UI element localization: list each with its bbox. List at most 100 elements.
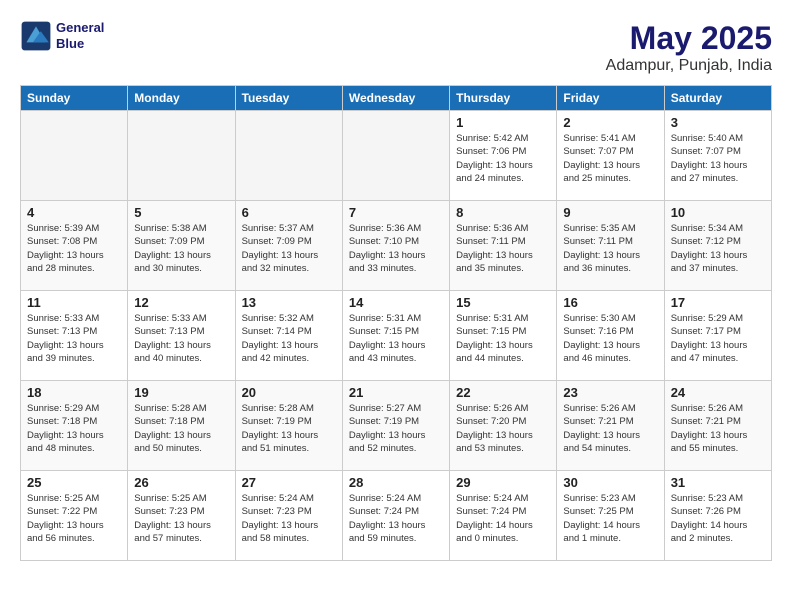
weekday-saturday: Saturday [664, 86, 771, 111]
day-number: 7 [349, 205, 443, 220]
day-number: 5 [134, 205, 228, 220]
calendar-cell: 18 Sunrise: 5:29 AM Sunset: 7:18 PM Dayli… [21, 381, 128, 471]
day-info: Sunrise: 5:41 AM Sunset: 7:07 PM Dayligh… [563, 132, 657, 185]
calendar-cell: 26 Sunrise: 5:25 AM Sunset: 7:23 PM Dayli… [128, 471, 235, 561]
day-number: 17 [671, 295, 765, 310]
day-number: 24 [671, 385, 765, 400]
calendar-cell: 3 Sunrise: 5:40 AM Sunset: 7:07 PM Daylig… [664, 111, 771, 201]
calendar-cell: 22 Sunrise: 5:26 AM Sunset: 7:20 PM Dayli… [450, 381, 557, 471]
day-number: 31 [671, 475, 765, 490]
day-info: Sunrise: 5:32 AM Sunset: 7:14 PM Dayligh… [242, 312, 336, 365]
day-number: 8 [456, 205, 550, 220]
day-info: Sunrise: 5:37 AM Sunset: 7:09 PM Dayligh… [242, 222, 336, 275]
day-number: 4 [27, 205, 121, 220]
day-info: Sunrise: 5:38 AM Sunset: 7:09 PM Dayligh… [134, 222, 228, 275]
calendar-cell: 27Sunrise: 5:24 AM Sunset: 7:23 PM Dayli… [235, 471, 342, 561]
day-info: Sunrise: 5:23 AM Sunset: 7:26 PM Dayligh… [671, 492, 765, 545]
calendar-title: May 2025 [606, 20, 772, 57]
calendar-table: SundayMondayTuesdayWednesdayThursdayFrid… [20, 85, 772, 561]
calendar-cell: 4 Sunrise: 5:39 AM Sunset: 7:08 PM Daylig… [21, 201, 128, 291]
weekday-thursday: Thursday [450, 86, 557, 111]
day-number: 22 [456, 385, 550, 400]
calendar-cell: 21 Sunrise: 5:27 AM Sunset: 7:19 PM Dayli… [342, 381, 449, 471]
logo-icon [20, 20, 52, 52]
calendar-cell: 11Sunrise: 5:33 AM Sunset: 7:13 PM Dayli… [21, 291, 128, 381]
day-info: Sunrise: 5:35 AM Sunset: 7:11 PM Dayligh… [563, 222, 657, 275]
weekday-sunday: Sunday [21, 86, 128, 111]
day-number: 29 [456, 475, 550, 490]
day-info: Sunrise: 5:25 AM Sunset: 7:22 PM Dayligh… [27, 492, 121, 545]
week-row-4: 18 Sunrise: 5:29 AM Sunset: 7:18 PM Dayli… [21, 381, 772, 471]
week-row-5: 25 Sunrise: 5:25 AM Sunset: 7:22 PM Dayli… [21, 471, 772, 561]
day-number: 21 [349, 385, 443, 400]
day-info: Sunrise: 5:26 AM Sunset: 7:20 PM Dayligh… [456, 402, 550, 455]
calendar-cell: 13Sunrise: 5:32 AM Sunset: 7:14 PM Dayli… [235, 291, 342, 381]
weekday-monday: Monday [128, 86, 235, 111]
day-info: Sunrise: 5:29 AM Sunset: 7:18 PM Dayligh… [27, 402, 121, 455]
day-number: 6 [242, 205, 336, 220]
day-number: 19 [134, 385, 228, 400]
calendar-cell: 14Sunrise: 5:31 AM Sunset: 7:15 PM Dayli… [342, 291, 449, 381]
day-number: 23 [563, 385, 657, 400]
calendar-cell [21, 111, 128, 201]
day-number: 15 [456, 295, 550, 310]
week-row-1: 1Sunrise: 5:42 AM Sunset: 7:06 PM Daylig… [21, 111, 772, 201]
calendar-cell: 20 Sunrise: 5:28 AM Sunset: 7:19 PM Dayli… [235, 381, 342, 471]
calendar-cell: 7 Sunrise: 5:36 AM Sunset: 7:10 PM Daylig… [342, 201, 449, 291]
day-number: 3 [671, 115, 765, 130]
calendar-cell: 2 Sunrise: 5:41 AM Sunset: 7:07 PM Daylig… [557, 111, 664, 201]
day-info: Sunrise: 5:36 AM Sunset: 7:10 PM Dayligh… [349, 222, 443, 275]
day-info: Sunrise: 5:40 AM Sunset: 7:07 PM Dayligh… [671, 132, 765, 185]
day-info: Sunrise: 5:24 AM Sunset: 7:24 PM Dayligh… [456, 492, 550, 545]
day-info: Sunrise: 5:33 AM Sunset: 7:13 PM Dayligh… [27, 312, 121, 365]
day-info: Sunrise: 5:28 AM Sunset: 7:19 PM Dayligh… [242, 402, 336, 455]
calendar-cell: 10Sunrise: 5:34 AM Sunset: 7:12 PM Dayli… [664, 201, 771, 291]
calendar-cell: 9 Sunrise: 5:35 AM Sunset: 7:11 PM Daylig… [557, 201, 664, 291]
calendar-cell: 1Sunrise: 5:42 AM Sunset: 7:06 PM Daylig… [450, 111, 557, 201]
day-number: 20 [242, 385, 336, 400]
title-block: May 2025 Adampur, Punjab, India [606, 20, 772, 75]
calendar-cell [128, 111, 235, 201]
day-info: Sunrise: 5:39 AM Sunset: 7:08 PM Dayligh… [27, 222, 121, 275]
day-info: Sunrise: 5:26 AM Sunset: 7:21 PM Dayligh… [671, 402, 765, 455]
day-info: Sunrise: 5:23 AM Sunset: 7:25 PM Dayligh… [563, 492, 657, 545]
calendar-cell: 28 Sunrise: 5:24 AM Sunset: 7:24 PM Dayli… [342, 471, 449, 561]
page-header: General Blue May 2025 Adampur, Punjab, I… [20, 20, 772, 75]
day-info: Sunrise: 5:31 AM Sunset: 7:15 PM Dayligh… [456, 312, 550, 365]
day-number: 12 [134, 295, 228, 310]
week-row-2: 4 Sunrise: 5:39 AM Sunset: 7:08 PM Daylig… [21, 201, 772, 291]
day-info: Sunrise: 5:28 AM Sunset: 7:18 PM Dayligh… [134, 402, 228, 455]
day-info: Sunrise: 5:25 AM Sunset: 7:23 PM Dayligh… [134, 492, 228, 545]
logo: General Blue [20, 20, 104, 52]
calendar-cell [342, 111, 449, 201]
calendar-cell: 8Sunrise: 5:36 AM Sunset: 7:11 PM Daylig… [450, 201, 557, 291]
day-info: Sunrise: 5:30 AM Sunset: 7:16 PM Dayligh… [563, 312, 657, 365]
calendar-cell: 19 Sunrise: 5:28 AM Sunset: 7:18 PM Dayli… [128, 381, 235, 471]
weekday-wednesday: Wednesday [342, 86, 449, 111]
day-info: Sunrise: 5:24 AM Sunset: 7:24 PM Dayligh… [349, 492, 443, 545]
day-number: 14 [349, 295, 443, 310]
day-number: 27 [242, 475, 336, 490]
day-number: 16 [563, 295, 657, 310]
day-number: 28 [349, 475, 443, 490]
day-info: Sunrise: 5:29 AM Sunset: 7:17 PM Dayligh… [671, 312, 765, 365]
day-info: Sunrise: 5:27 AM Sunset: 7:19 PM Dayligh… [349, 402, 443, 455]
calendar-cell [235, 111, 342, 201]
calendar-cell: 12Sunrise: 5:33 AM Sunset: 7:13 PM Dayli… [128, 291, 235, 381]
day-number: 30 [563, 475, 657, 490]
day-number: 18 [27, 385, 121, 400]
day-number: 10 [671, 205, 765, 220]
day-number: 2 [563, 115, 657, 130]
calendar-cell: 31 Sunrise: 5:23 AM Sunset: 7:26 PM Dayli… [664, 471, 771, 561]
weekday-friday: Friday [557, 86, 664, 111]
day-number: 25 [27, 475, 121, 490]
day-number: 9 [563, 205, 657, 220]
calendar-cell: 17 Sunrise: 5:29 AM Sunset: 7:17 PM Dayli… [664, 291, 771, 381]
day-info: Sunrise: 5:26 AM Sunset: 7:21 PM Dayligh… [563, 402, 657, 455]
calendar-subtitle: Adampur, Punjab, India [606, 57, 772, 75]
day-number: 26 [134, 475, 228, 490]
logo-line1: General [56, 20, 104, 36]
week-row-3: 11Sunrise: 5:33 AM Sunset: 7:13 PM Dayli… [21, 291, 772, 381]
calendar-cell: 16 Sunrise: 5:30 AM Sunset: 7:16 PM Dayli… [557, 291, 664, 381]
day-info: Sunrise: 5:42 AM Sunset: 7:06 PM Dayligh… [456, 132, 550, 185]
